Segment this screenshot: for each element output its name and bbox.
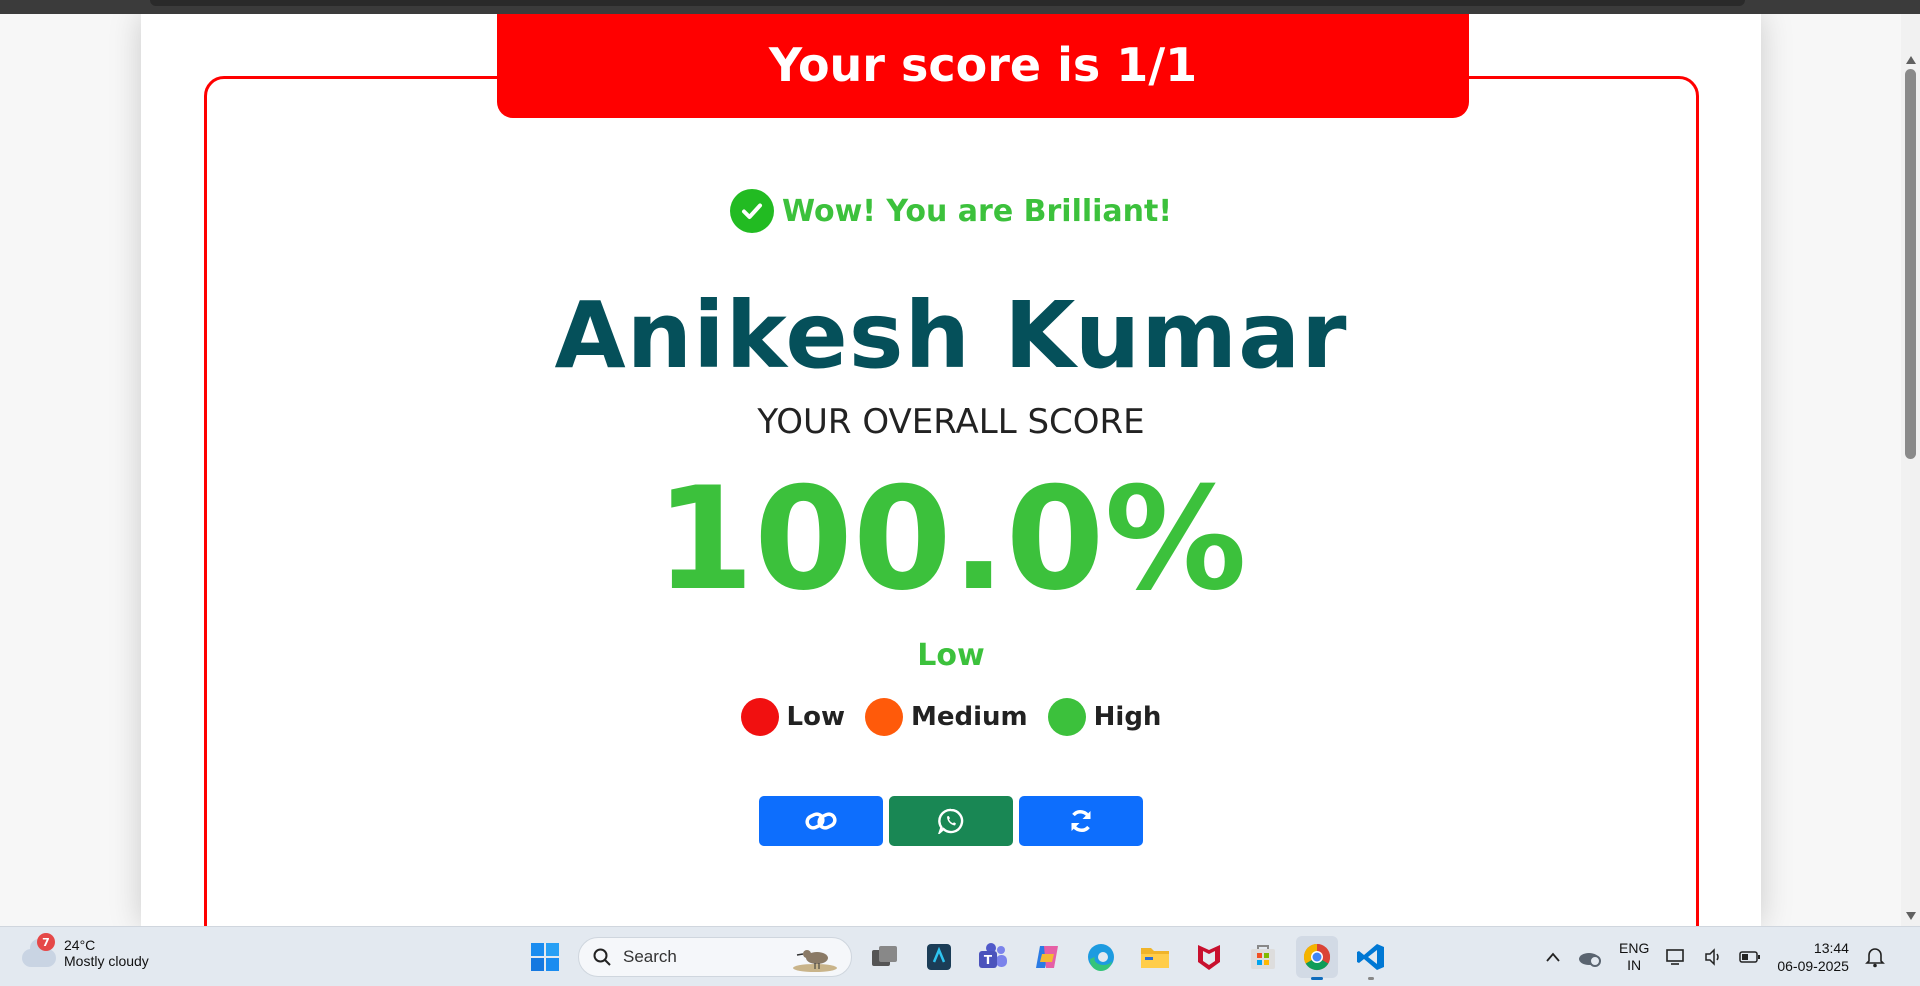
search-highlight-bird-icon (793, 950, 837, 972)
weather-widget[interactable]: 7 24°C Mostly cloudy (20, 933, 149, 971)
running-indicator (1311, 977, 1323, 980)
search-placeholder: Search (623, 947, 677, 966)
copilot-icon (1036, 946, 1058, 968)
taskbar-search[interactable]: Search (578, 937, 852, 977)
system-tray: ENG IN 13:44 06-09-2025 (1545, 935, 1885, 979)
system-clock[interactable]: 13:44 06-09-2025 (1777, 939, 1849, 975)
store-icon (1251, 945, 1275, 969)
legend-item-low: Low (740, 698, 845, 736)
edge-icon (1088, 944, 1114, 972)
windows-start-icon (531, 943, 559, 971)
chevron-up-icon[interactable] (1545, 951, 1561, 963)
language-code: ENG (1619, 939, 1650, 956)
retry-button[interactable] (1019, 796, 1143, 846)
scroll-up-icon[interactable] (1906, 56, 1916, 64)
legend-dot-medium (865, 698, 903, 736)
mcafee-shield-icon (1198, 945, 1220, 970)
overall-score-label: YOUR OVERALL SCORE (757, 402, 1145, 442)
battery-icon[interactable] (1739, 950, 1761, 964)
windows-taskbar: 7 24°C Mostly cloudy Search T ENG IN 13:… (0, 926, 1920, 986)
cloud-icon: 7 (20, 933, 56, 971)
task-view-button[interactable] (864, 936, 906, 978)
taskbar-app-button[interactable] (918, 936, 960, 978)
teams-icon: T (979, 943, 1007, 968)
svg-text:T: T (984, 953, 993, 967)
volume-icon[interactable] (1703, 947, 1723, 967)
legend-dot-low (740, 698, 779, 736)
legend-item-high: High (1047, 698, 1162, 736)
language-region: IN (1627, 957, 1642, 973)
scroll-down-icon[interactable] (1906, 912, 1916, 920)
chrome-button[interactable] (1296, 936, 1338, 980)
notification-bell-icon[interactable] (1865, 946, 1885, 968)
page-viewport: Your score is 1/1 Wow! You are Brilliant… (0, 14, 1901, 926)
score-banner: Your score is 1/1 (497, 14, 1469, 118)
scrollbar-thumb[interactable] (1905, 69, 1916, 459)
legend-dot-high (1047, 698, 1086, 736)
copilot-button[interactable] (1026, 936, 1068, 978)
copy-link-button[interactable] (759, 796, 883, 846)
level-legend: Low Medium High (141, 698, 1761, 736)
browser-top-strip (0, 0, 1920, 14)
network-icon[interactable] (1665, 947, 1687, 967)
result-actions (141, 796, 1761, 846)
weather-condition: Mostly cloudy (64, 953, 149, 969)
legend-label: Low (786, 702, 845, 732)
vscode-icon (1357, 944, 1384, 970)
edge-button[interactable] (1080, 936, 1122, 978)
input-language[interactable]: ENG IN (1619, 940, 1649, 975)
folder-icon (1141, 948, 1169, 968)
vscode-button[interactable] (1350, 936, 1392, 980)
taskbar-apps: Search T (524, 935, 1392, 980)
weather-badge: 7 (37, 933, 55, 951)
onedrive-cloud-icon[interactable] (1577, 947, 1603, 967)
link-icon (805, 812, 837, 830)
legend-label: High (1093, 702, 1162, 732)
result-message-text: Wow! You are Brilliant! (781, 193, 1173, 229)
score-banner-title: Your score is 1/1 (768, 38, 1198, 92)
weather-temperature: 24°C (64, 937, 96, 953)
score-level: Low (917, 638, 985, 673)
chrome-icon (1303, 943, 1331, 971)
browser-frame-edge (150, 0, 1745, 6)
legend-label: Medium (911, 702, 1028, 732)
result-message: Wow! You are Brilliant! (141, 189, 1761, 233)
running-indicator (1368, 977, 1374, 980)
clock-date: 06-09-2025 (1777, 958, 1849, 974)
file-explorer-button[interactable] (1134, 936, 1176, 978)
store-button[interactable] (1242, 936, 1284, 978)
task-view-icon (872, 946, 897, 966)
start-button[interactable] (524, 936, 566, 978)
score-percentage: 100.0% (655, 457, 1247, 622)
legend-item-medium: Medium (865, 698, 1028, 736)
check-circle-icon (729, 189, 774, 233)
mcafee-button[interactable] (1188, 936, 1230, 978)
clock-time: 13:44 (1813, 939, 1849, 956)
whatsapp-icon (938, 808, 964, 834)
search-icon (593, 948, 611, 966)
app-icon (927, 944, 951, 970)
page-sheet: Your score is 1/1 Wow! You are Brilliant… (141, 14, 1761, 926)
refresh-icon (1071, 810, 1091, 832)
user-name: Anikesh Kumar (554, 282, 1348, 389)
teams-button[interactable]: T (972, 936, 1014, 978)
whatsapp-share-button[interactable] (889, 796, 1013, 846)
vertical-scrollbar[interactable] (1901, 14, 1920, 926)
